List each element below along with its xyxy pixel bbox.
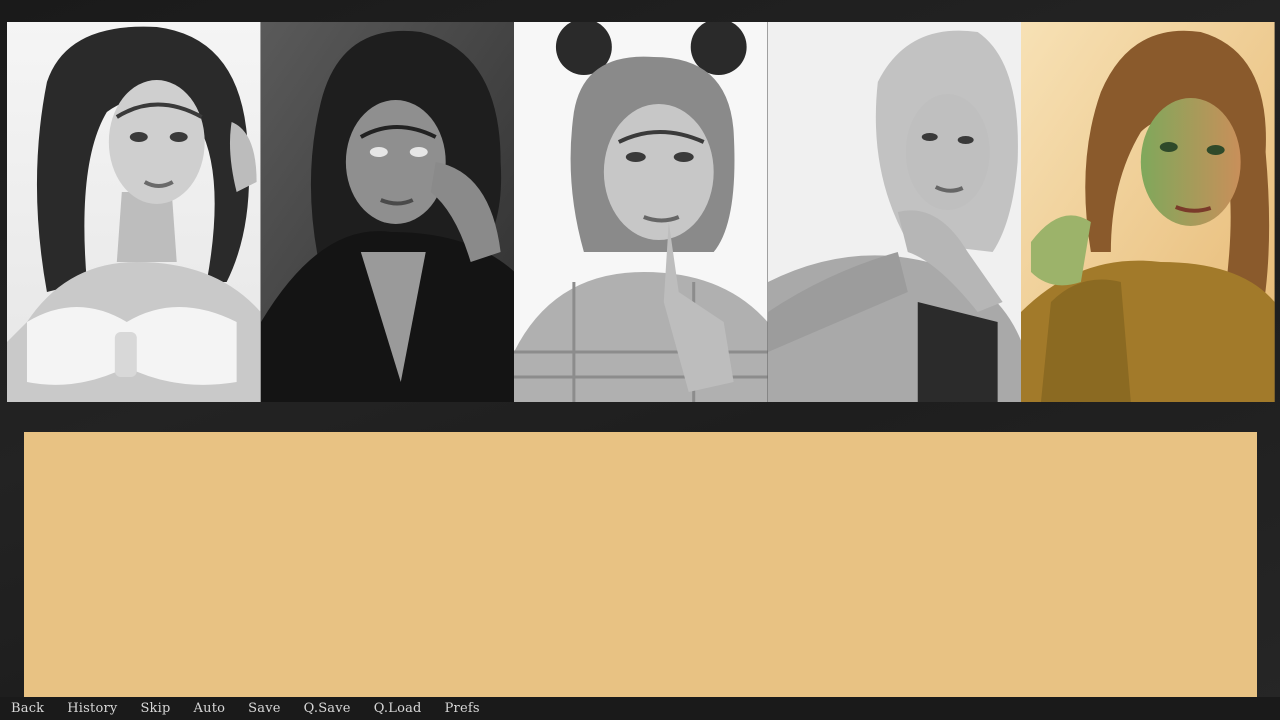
skip-button[interactable]: Skip bbox=[140, 701, 170, 716]
quick-load-button[interactable]: Q.Load bbox=[374, 701, 422, 716]
portrait-5-image bbox=[1021, 22, 1275, 402]
portrait-character-5 bbox=[1021, 22, 1275, 402]
portrait-1-image bbox=[7, 22, 261, 402]
save-button[interactable]: Save bbox=[248, 701, 281, 716]
portrait-character-3 bbox=[514, 22, 768, 402]
quick-save-button[interactable]: Q.Save bbox=[304, 701, 351, 716]
portrait-2-image bbox=[260, 22, 515, 402]
auto-button[interactable]: Auto bbox=[194, 701, 226, 716]
game-scene[interactable]: Back History Skip Auto Save Q.Save Q.Loa… bbox=[0, 0, 1280, 720]
quick-menu: Back History Skip Auto Save Q.Save Q.Loa… bbox=[0, 697, 1280, 720]
history-button[interactable]: History bbox=[67, 701, 117, 716]
dialogue-box[interactable] bbox=[24, 432, 1257, 697]
portrait-character-4 bbox=[767, 22, 1022, 402]
character-portrait-strip bbox=[7, 22, 1275, 402]
preferences-button[interactable]: Prefs bbox=[445, 701, 480, 716]
portrait-4-image bbox=[767, 22, 1022, 402]
back-button[interactable]: Back bbox=[11, 701, 44, 716]
portrait-character-1 bbox=[7, 22, 261, 402]
portrait-3-image bbox=[514, 22, 768, 402]
portrait-character-2 bbox=[260, 22, 515, 402]
